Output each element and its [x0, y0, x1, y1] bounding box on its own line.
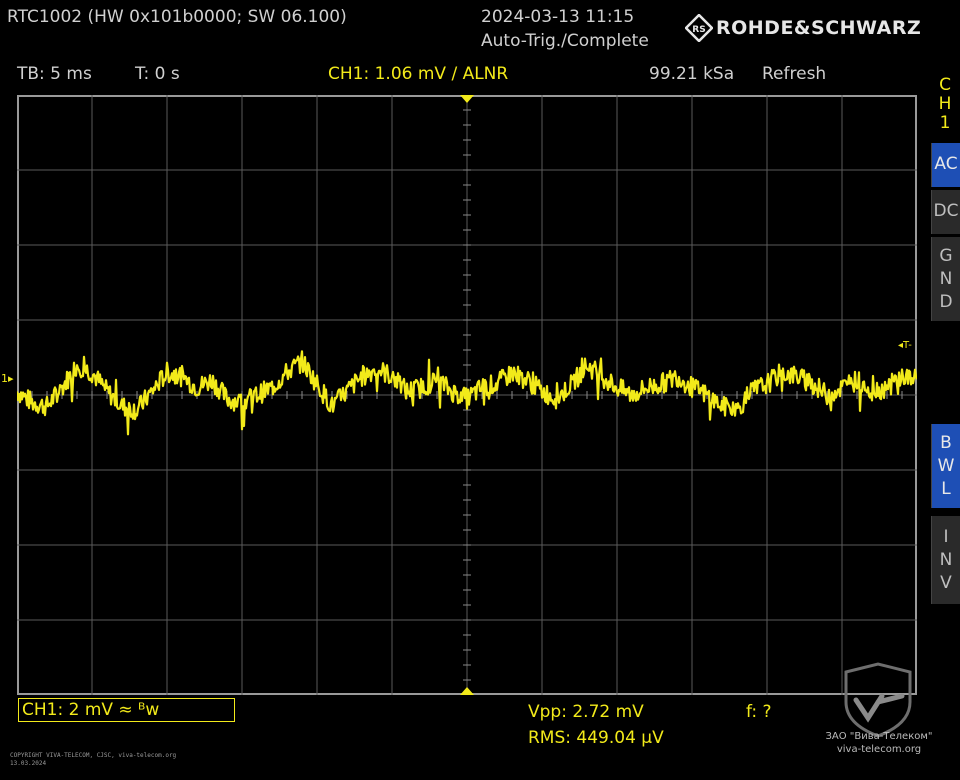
trigger-time[interactable]: T: 0 s: [135, 64, 180, 84]
bandwidth-limit-button[interactable]: B W L: [931, 424, 960, 508]
sample-rate: 99.21 kSa: [649, 64, 735, 84]
device-info: RTC1002 (HW 0x101b0000; SW 06.100): [7, 7, 347, 27]
timebase[interactable]: TB: 5 ms: [17, 64, 92, 84]
coupling-gnd-button[interactable]: G N D: [931, 237, 960, 321]
watermark-site: viva-telecom.org: [836, 744, 922, 755]
svg-text:RS: RS: [692, 25, 705, 35]
ch1-ground-marker[interactable]: 1▸: [1, 372, 14, 385]
trigger-position-marker-bottom[interactable]: [460, 687, 474, 695]
datetime: 2024-03-13 11:15: [481, 7, 635, 27]
waveform-display[interactable]: [17, 95, 917, 695]
trigger-position-marker-top[interactable]: [460, 95, 474, 103]
coupling-dc-button[interactable]: DC: [931, 190, 960, 234]
vpp-measurement[interactable]: Vpp: 2.72 mV: [528, 702, 644, 722]
brand: ROHDE&SCHWARZ: [716, 17, 922, 39]
trigger-info[interactable]: CH1: 1.06 mV / ALNR: [328, 64, 508, 84]
watermark-company: ЗАО "Вива-Телеком": [825, 731, 933, 742]
coupling-ac-button[interactable]: AC: [931, 143, 960, 187]
frequency-measurement[interactable]: f: ?: [746, 702, 772, 722]
acquisition-mode[interactable]: Refresh: [762, 64, 826, 84]
ch1-setting-box[interactable]: CH1: 2 mV ≈ ᴮᴡ: [18, 698, 235, 722]
copyright: COPYRIGHT VIVA-TELECOM, CJSC, viva-telec…: [10, 752, 177, 767]
rms-measurement[interactable]: RMS: 449.04 µV: [528, 728, 664, 748]
rs-logo-icon: RS: [684, 13, 714, 46]
viva-telecom-logo-icon: [838, 662, 918, 742]
trigger-state: Auto-Trig./Complete: [481, 31, 649, 51]
channel-label: C H 1: [938, 75, 952, 133]
invert-button[interactable]: I N V: [931, 516, 960, 604]
trigger-level-marker[interactable]: ◂T-: [898, 340, 912, 351]
